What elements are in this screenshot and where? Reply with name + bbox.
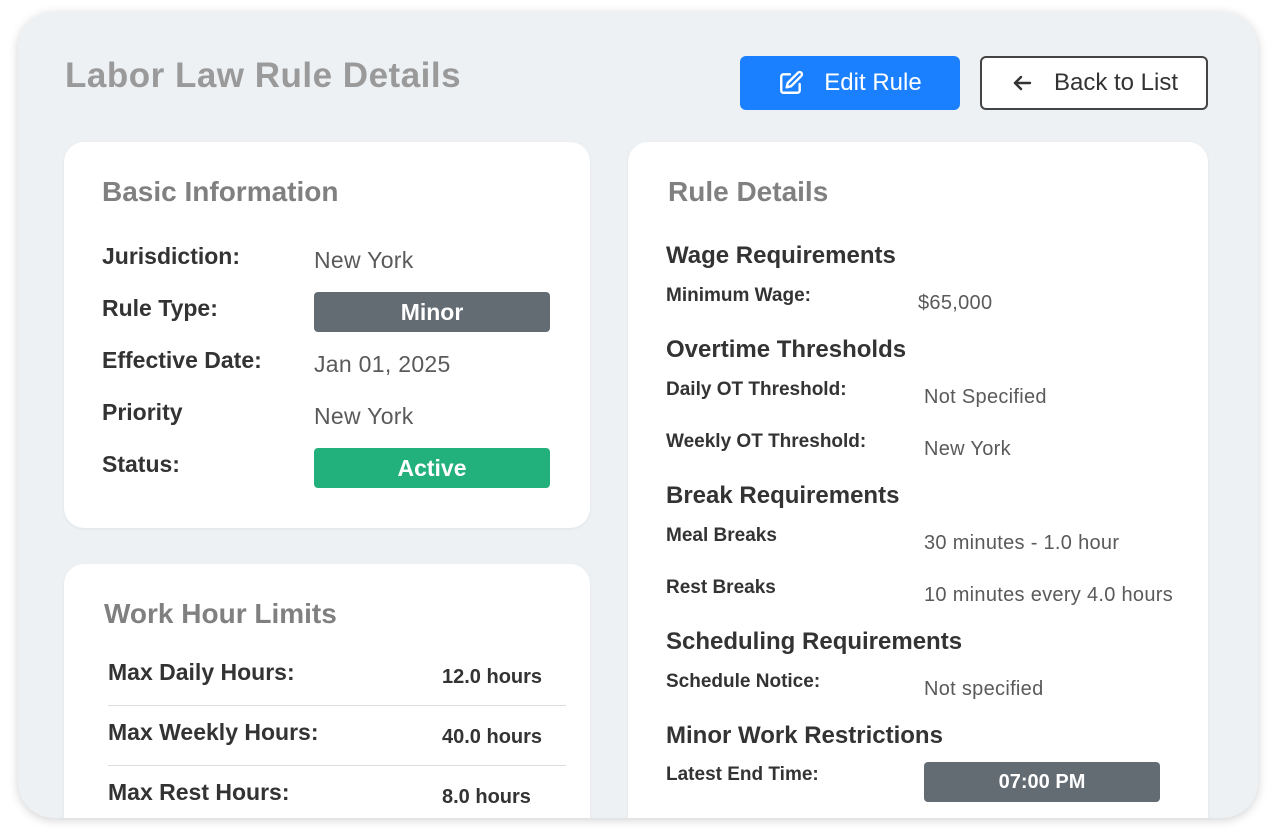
max-rest-hours-value: 8.0 hours bbox=[442, 786, 531, 808]
break-requirements-title: Break Requirements bbox=[666, 482, 900, 509]
basic-information-title: Basic Information bbox=[102, 176, 339, 207]
effective-date-label: Effective Date: bbox=[102, 347, 262, 373]
minor-work-restrictions-title: Minor Work Restrictions bbox=[666, 722, 943, 749]
app-frame: Labor Law Rule Details Edit Rule Back to… bbox=[18, 12, 1258, 818]
jurisdiction-label: Jurisdiction: bbox=[102, 243, 241, 269]
minimum-wage-label: Minimum Wage: bbox=[666, 285, 811, 306]
page-title: Labor Law Rule Details bbox=[65, 56, 462, 95]
wage-requirements-title: Wage Requirements bbox=[666, 242, 896, 269]
edit-icon bbox=[778, 70, 804, 96]
rule-type-label: Rule Type: bbox=[102, 295, 218, 321]
minimum-wage-value: $65,000 bbox=[918, 292, 993, 314]
edit-rule-label: Edit Rule bbox=[824, 69, 922, 96]
work-hour-limits-title: Work Hour Limits bbox=[104, 598, 337, 629]
daily-ot-threshold-label: Daily OT Threshold: bbox=[666, 379, 847, 400]
rest-breaks-value: 10 minutes every 4.0 hours bbox=[924, 584, 1174, 606]
status-label: Status: bbox=[102, 451, 180, 477]
basic-information-card: Basic Information Jurisdiction: New York… bbox=[64, 142, 590, 528]
row-divider bbox=[108, 705, 566, 706]
weekly-ot-threshold-label: Weekly OT Threshold: bbox=[666, 431, 867, 452]
max-weekly-hours-value: 40.0 hours bbox=[442, 726, 543, 748]
meal-breaks-value: 30 minutes - 1.0 hour bbox=[924, 532, 1120, 554]
jurisdiction-value: New York bbox=[314, 247, 414, 273]
edit-rule-button[interactable]: Edit Rule bbox=[740, 56, 960, 110]
meal-breaks-label: Meal Breaks bbox=[666, 525, 777, 546]
rest-breaks-label: Rest Breaks bbox=[666, 577, 776, 598]
scheduling-requirements-title: Scheduling Requirements bbox=[666, 628, 963, 655]
latest-end-time-badge: 07:00 PM bbox=[924, 762, 1160, 802]
max-daily-hours-label: Max Daily Hours: bbox=[108, 659, 295, 685]
rule-type-badge: Minor bbox=[314, 292, 550, 332]
status-badge: Active bbox=[314, 448, 550, 488]
priority-value: New York bbox=[314, 403, 414, 429]
priority-label: Priority bbox=[102, 399, 183, 425]
max-weekly-hours-label: Max Weekly Hours: bbox=[108, 719, 319, 745]
schedule-notice-label: Schedule Notice: bbox=[666, 671, 821, 692]
rule-details-card: Rule Details Wage Requirements Minimum W… bbox=[628, 142, 1208, 818]
back-to-list-label: Back to List bbox=[1053, 69, 1179, 96]
back-to-list-button[interactable]: Back to List bbox=[980, 56, 1208, 110]
max-rest-hours-label: Max Rest Hours: bbox=[108, 779, 290, 805]
rule-details-title: Rule Details bbox=[668, 176, 829, 207]
weekly-ot-threshold-value: New York bbox=[924, 438, 1011, 460]
row-divider bbox=[108, 765, 566, 766]
max-daily-hours-value: 12.0 hours bbox=[442, 666, 543, 688]
schedule-notice-value: Not specified bbox=[924, 678, 1044, 700]
latest-end-time-label: Latest End Time: bbox=[666, 764, 819, 785]
overtime-thresholds-title: Overtime Thresholds bbox=[666, 336, 907, 363]
arrow-left-icon bbox=[1010, 71, 1034, 95]
work-hour-limits-card: Work Hour Limits Max Daily Hours: 12.0 h… bbox=[64, 564, 590, 818]
daily-ot-threshold-value: Not Specified bbox=[924, 386, 1047, 408]
effective-date-value: Jan 01, 2025 bbox=[314, 351, 451, 377]
